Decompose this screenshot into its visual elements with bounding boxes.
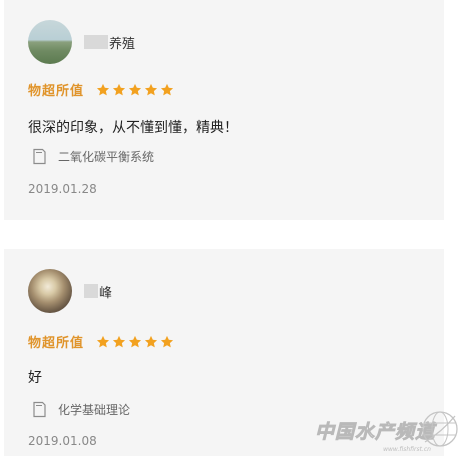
book-link[interactable]: 化学基础理论 <box>32 401 130 418</box>
username-text: 养殖 <box>109 36 136 52</box>
globe-icon <box>419 408 461 450</box>
star-icon <box>128 83 142 97</box>
book-icon <box>32 148 47 165</box>
review-date: 2019.01.08 <box>28 434 97 448</box>
star-icon <box>112 335 126 349</box>
username-mask <box>84 35 108 49</box>
star-icon <box>128 335 142 349</box>
review-header: 峰 <box>28 267 112 315</box>
review-text: 好 <box>28 370 42 386</box>
watermark-text: 中国水产频道 <box>314 421 435 444</box>
rating-row: 物超所值 <box>28 80 176 99</box>
star-icon <box>144 335 158 349</box>
book-title: 二氧化碳平衡系统 <box>58 150 155 164</box>
review-header: 养殖 <box>28 18 135 66</box>
star-icon <box>96 335 110 349</box>
review-date: 2019.01.28 <box>28 182 97 196</box>
rating-label: 物超所值 <box>28 336 85 351</box>
review-list: 养殖 物超所值 很深的印象，从不懂到懂，精典！ 二氧化碳平衡系统 2019.01… <box>0 0 465 456</box>
star-rating <box>96 335 176 349</box>
avatar[interactable] <box>28 269 72 313</box>
rating-row: 物超所值 <box>28 332 176 351</box>
star-icon <box>160 83 174 97</box>
watermark: 中国水产频道 www.fishfirst.cn <box>314 411 458 453</box>
star-icon <box>144 83 158 97</box>
star-icon <box>160 335 174 349</box>
book-title: 化学基础理论 <box>58 403 131 417</box>
username[interactable]: 峰 <box>84 282 112 301</box>
review-card: 养殖 物超所值 很深的印象，从不懂到懂，精典！ 二氧化碳平衡系统 2019.01… <box>4 0 444 220</box>
username[interactable]: 养殖 <box>84 33 135 52</box>
star-rating <box>96 83 176 97</box>
username-mask <box>84 284 98 298</box>
star-icon <box>112 83 126 97</box>
rating-label: 物超所值 <box>28 84 85 99</box>
book-icon <box>32 401 47 418</box>
star-icon <box>96 83 110 97</box>
book-link[interactable]: 二氧化碳平衡系统 <box>32 148 154 165</box>
username-text: 峰 <box>99 285 113 301</box>
avatar[interactable] <box>28 20 72 64</box>
review-text: 很深的印象，从不懂到懂，精典！ <box>28 120 238 136</box>
